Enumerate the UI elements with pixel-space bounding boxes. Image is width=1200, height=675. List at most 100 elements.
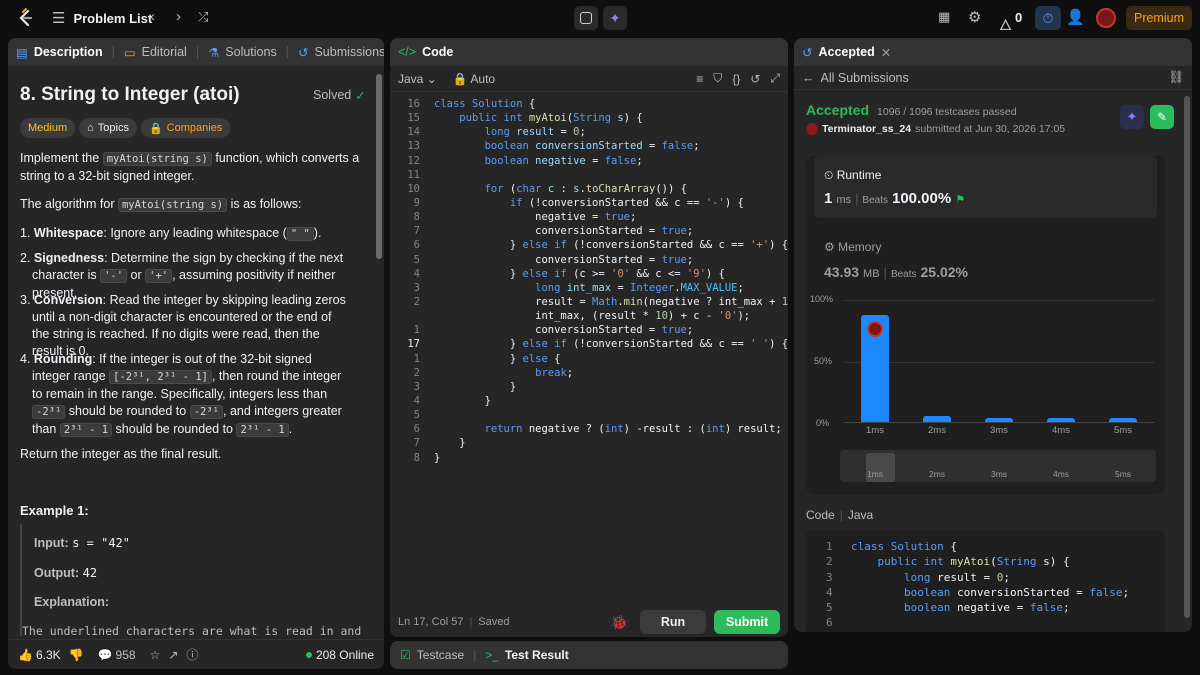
range-selector[interactable]: 1ms 2ms 3ms 4ms 5ms	[840, 450, 1156, 482]
input-value: s = "42"	[72, 536, 130, 550]
code-section-label: Code | Java	[806, 508, 874, 522]
leetcode-logo[interactable]	[14, 7, 36, 29]
topics-tag[interactable]: ⌂ Topics	[79, 118, 137, 138]
format-icon[interactable]: ≡	[696, 72, 703, 86]
sparkle-icon: ✦	[609, 9, 621, 26]
step-4-code-3: 2³¹ - 1	[59, 423, 113, 437]
tab-editorial[interactable]: Editorial	[142, 45, 187, 59]
ai-analyze-button[interactable]: ✦	[1120, 105, 1144, 129]
example-explanation: The underlined characters are what is re…	[22, 624, 362, 636]
checkbox-icon: ☑	[400, 648, 411, 662]
companies-label: Companies	[166, 122, 223, 134]
intro-code: myAtoi(string s)	[102, 152, 212, 166]
tab-accepted[interactable]: Accepted	[818, 45, 874, 59]
history-icon: ↺	[297, 45, 309, 60]
submission-panel: ↺ Accepted ✕ ← All Submissions ⛓ Accepte…	[794, 38, 1192, 632]
language-label: Java	[398, 71, 424, 86]
close-icon[interactable]: ✕	[881, 45, 891, 60]
tab-description[interactable]: Description	[34, 45, 103, 59]
braces-icon[interactable]: {}	[732, 72, 740, 86]
prev-problem-icon[interactable]: ‹	[150, 8, 155, 25]
grid-icon[interactable]: ▦	[938, 9, 950, 25]
submission-scrollbar[interactable]	[1184, 96, 1190, 618]
run-button[interactable]: Run	[640, 610, 706, 634]
memory-unit: MB	[863, 268, 880, 280]
settings-icon[interactable]: ⚙	[968, 8, 981, 26]
avatar[interactable]	[1096, 8, 1116, 28]
all-submissions-link[interactable]: All Submissions	[821, 71, 909, 85]
step-2-or: or	[127, 268, 146, 282]
step-4-code-1: -2³¹	[32, 405, 66, 419]
runtime-bar-2ms[interactable]	[923, 415, 951, 422]
code-editor[interactable]: 16 15 14 13 12 11 10 9 8 7 6 5 4 3 2 1 17 1 2 3 4 5 6 7 8 class …	[390, 96, 788, 516]
star-icon[interactable]: ☆	[150, 648, 161, 662]
share-icon[interactable]: ↗	[168, 648, 178, 662]
clock-icon: ⏲	[824, 168, 834, 182]
submit-button[interactable]: Submit	[714, 610, 780, 634]
back-row: ← All Submissions ⛓	[794, 66, 1192, 90]
next-problem-icon[interactable]: ›	[176, 8, 181, 25]
memory-label: ⚙ Memory	[824, 240, 881, 254]
reset-icon[interactable]: ↺	[750, 72, 760, 86]
memory-beats-label: Beats	[890, 269, 917, 280]
fire-icon[interactable]: 🜂	[999, 8, 1012, 39]
debug-icon[interactable]: 🐞	[611, 614, 628, 631]
edit-solution-button[interactable]: ✎	[1150, 105, 1174, 129]
link-icon[interactable]: ⛓	[1168, 70, 1184, 85]
saved-status: Saved	[478, 616, 510, 628]
language-select[interactable]: Java ⌄	[398, 72, 437, 86]
line-number: 6	[413, 239, 420, 252]
add-user-icon[interactable]: 👤	[1066, 8, 1085, 26]
shuffle-icon[interactable]: ⤮	[198, 9, 208, 25]
problem-title: 8. String to Integer (atoi)	[20, 84, 240, 105]
status-label: Accepted	[806, 102, 870, 118]
runtime-beats-value: 100.00%	[891, 190, 952, 207]
runtime-bar-5ms[interactable]	[1109, 418, 1137, 422]
help-icon[interactable]: ⓘ	[186, 646, 198, 663]
timer-button[interactable]: ⏱	[1035, 6, 1061, 30]
tab-testcase[interactable]: Testcase	[417, 648, 464, 662]
like-button[interactable]: 👍 6.3K	[18, 648, 61, 662]
runtime-bar-1ms[interactable]	[861, 315, 889, 422]
line-number: 8	[413, 211, 420, 224]
line-number: 2	[413, 366, 420, 379]
bookmark-icon[interactable]: ⛉	[713, 71, 722, 86]
submitter-row: Terminator_ss_24 submitted at Jun 30, 20…	[806, 123, 1065, 135]
auto-mode[interactable]: 🔒 Auto	[453, 72, 495, 86]
difficulty-tag[interactable]: Medium	[20, 118, 76, 138]
step-4-code-2: -2³¹	[189, 405, 223, 419]
x-tick-label: 3ms	[990, 425, 1008, 436]
ai-assist-button[interactable]: ✦	[603, 6, 627, 30]
line-number: 1	[413, 352, 420, 365]
runtime-bar-3ms[interactable]	[985, 418, 1013, 422]
layout-icon	[580, 12, 592, 24]
companies-tag[interactable]: 🔒 Companies	[140, 118, 231, 138]
description-content: 8. String to Integer (atoi) Solved ✓ Medi…	[8, 66, 370, 636]
username[interactable]: Terminator_ss_24	[822, 123, 911, 135]
plot-area	[844, 300, 1154, 423]
problem-list-button[interactable]: ☰ Problem List	[52, 9, 152, 27]
tab-submissions[interactable]: Submissions	[314, 45, 384, 59]
comment-button[interactable]: 💬 958	[98, 648, 136, 662]
x-tick-label: 2ms	[928, 469, 946, 479]
x-axis-labels: 1ms 2ms 3ms 4ms 5ms	[844, 425, 1154, 439]
code-content: class Solution { public int myAtoi(Strin…	[434, 98, 788, 464]
runtime-box[interactable]: ⏲ Runtime 1 ms | Beats 100.00% ⚑	[814, 156, 1157, 218]
runtime-unit: ms	[836, 194, 852, 206]
runtime-chart: 100% 50% 0% 1ms 2ms 3ms 4ms 5ms 1ms 2ms 3ms 4ms…	[806, 292, 1165, 492]
runtime-bar-4ms[interactable]	[1047, 418, 1075, 422]
fullscreen-icon[interactable]: ⤢	[770, 71, 780, 86]
premium-button[interactable]: Premium	[1126, 6, 1192, 30]
step-1-text: : Ignore any leading whitespace (	[103, 226, 287, 240]
tab-solutions[interactable]: Solutions	[225, 45, 276, 59]
layout-button[interactable]	[574, 6, 598, 30]
line-number: 16	[407, 98, 420, 110]
dislike-icon[interactable]: 👎	[69, 648, 84, 662]
description-scrollbar[interactable]	[376, 74, 382, 259]
step-4-range: [-2³¹, 2³¹ - 1]	[109, 370, 212, 384]
comment-icon: 💬	[97, 647, 113, 662]
alg-text: The algorithm for	[20, 197, 118, 211]
line-number: 2	[413, 295, 420, 308]
tab-test-result[interactable]: Test Result	[505, 648, 569, 662]
line-number: 4	[413, 267, 420, 280]
